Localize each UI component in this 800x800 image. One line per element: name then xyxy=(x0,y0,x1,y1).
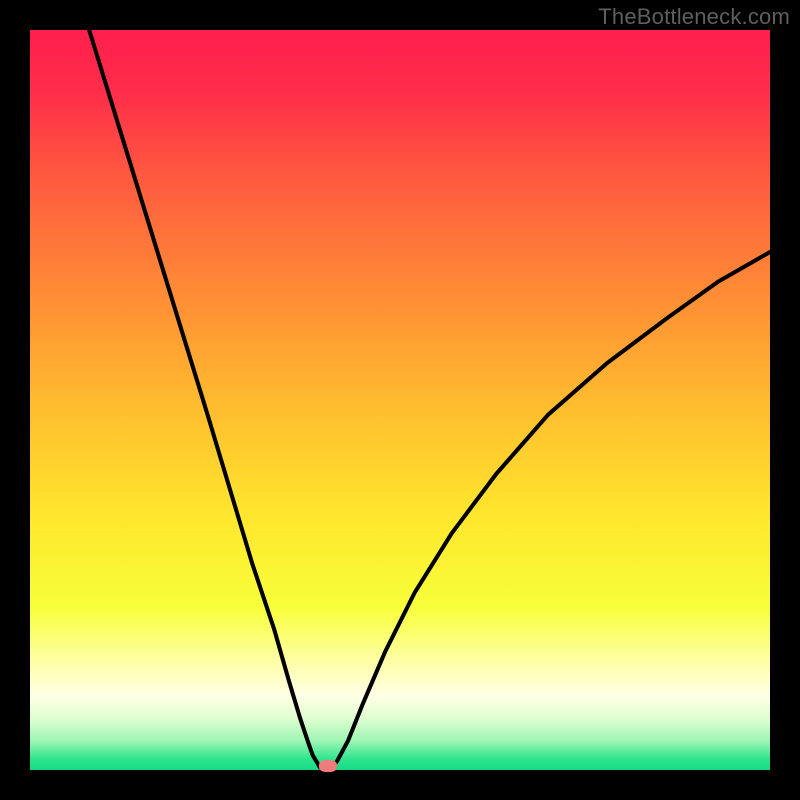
watermark-text: TheBottleneck.com xyxy=(598,4,790,30)
chart-stage: TheBottleneck.com xyxy=(0,0,800,800)
optimum-marker-icon xyxy=(319,760,337,772)
plot-area xyxy=(30,30,770,770)
bottleneck-curve xyxy=(30,30,770,770)
